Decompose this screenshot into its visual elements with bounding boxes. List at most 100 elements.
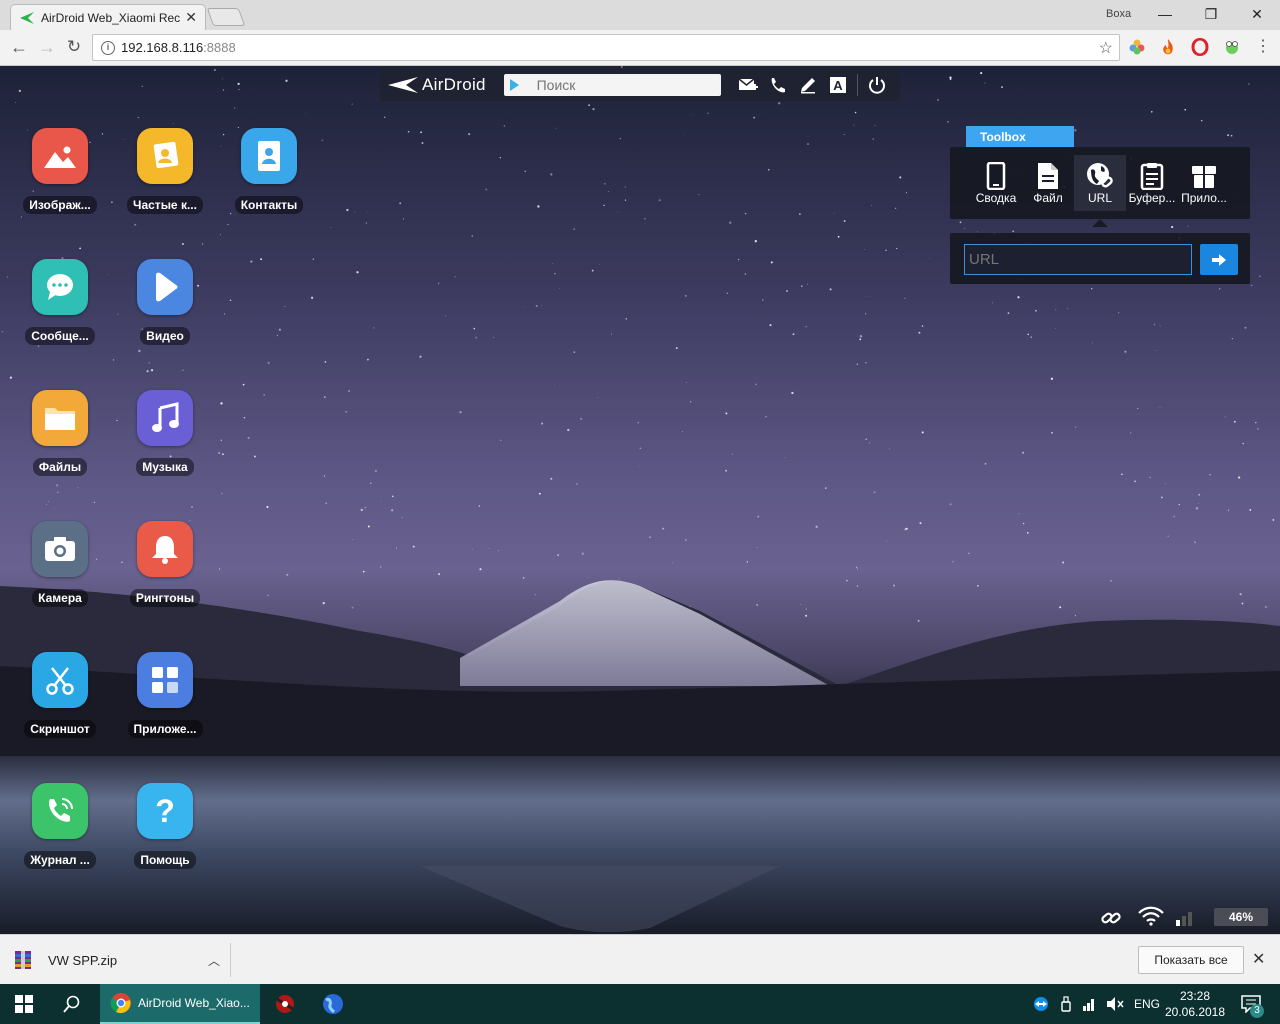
app-applications[interactable]: Приложе...: [120, 652, 210, 743]
toolbox-summary[interactable]: Сводка: [970, 155, 1022, 211]
app-help[interactable]: ? Помощь: [120, 783, 210, 874]
opera-icon[interactable]: [1191, 38, 1209, 56]
new-tab-button[interactable]: [206, 8, 246, 26]
maximize-button[interactable]: ❐: [1196, 4, 1226, 24]
chevron-up-icon[interactable]: ︿: [208, 952, 220, 969]
extension-fire-icon[interactable]: [1159, 38, 1177, 56]
battery-level: 46%: [1214, 908, 1268, 926]
reload-icon[interactable]: ↻: [63, 36, 85, 58]
topbar-divider: [857, 73, 858, 96]
taskbar-app-red-icon[interactable]: [270, 984, 300, 1024]
app-screenshot[interactable]: Скриншот: [15, 652, 105, 743]
language-indicator[interactable]: ENG: [1134, 997, 1160, 1011]
browser-titlebar: AirDroid Web_Xiaomi Rec ✕ Boxa — ❐ ✕: [0, 0, 1280, 30]
app-label: Изображ...: [23, 196, 97, 214]
edit-pen-icon[interactable]: [793, 71, 823, 99]
app-label: Приложе...: [127, 720, 203, 738]
app-music[interactable]: Музыка: [120, 390, 210, 481]
address-bar[interactable]: i 192.168.8.116:8888 ☆: [92, 34, 1120, 61]
network-icon[interactable]: [1082, 996, 1096, 1012]
app-label: Контакты: [234, 196, 304, 214]
chrome-menu-icon[interactable]: ⋮: [1252, 36, 1274, 58]
ringtones-icon: [137, 521, 193, 577]
app-ringtones[interactable]: Рингтоны: [120, 521, 210, 612]
new-message-icon[interactable]: [733, 71, 763, 99]
messages-icon: [32, 259, 88, 315]
usb-device-icon[interactable]: [1060, 996, 1072, 1012]
contacts-icon: [241, 128, 297, 184]
profile-name[interactable]: Boxa: [1106, 8, 1131, 20]
clipboard-icon: [1140, 163, 1164, 190]
teamviewer-icon[interactable]: [1032, 996, 1050, 1012]
clock-date: 20.06.2018: [1164, 1005, 1226, 1019]
url-input[interactable]: [964, 244, 1192, 275]
frequent-contacts-icon: [137, 128, 193, 184]
toolbox-clipboard[interactable]: Буфер...: [1126, 155, 1178, 211]
screenshot-icon: [32, 652, 88, 708]
show-all-downloads-button[interactable]: Показать все: [1138, 946, 1244, 974]
camera-icon: [32, 521, 88, 577]
app-messages[interactable]: Сообще...: [15, 259, 105, 350]
app-label: Камера: [32, 589, 88, 607]
taskbar-clock[interactable]: 23:28 20.06.2018: [1160, 988, 1230, 1020]
keyboard-a-icon[interactable]: A: [823, 71, 853, 99]
app-label: Файлы: [32, 458, 88, 476]
paper-plane-icon: [388, 76, 418, 93]
archive-file-icon: [15, 951, 31, 969]
app-video[interactable]: Видео: [120, 259, 210, 350]
phone-call-icon[interactable]: [763, 71, 793, 99]
extension-flower-icon[interactable]: [1128, 38, 1146, 56]
app-call-log[interactable]: Журнал ...: [15, 783, 105, 874]
toolbox-apps[interactable]: Прило...: [1178, 155, 1230, 211]
toolbox-tab[interactable]: Toolbox: [966, 126, 1074, 147]
app-label: Сообще...: [25, 327, 95, 345]
app-contacts[interactable]: Контакты: [224, 128, 314, 219]
app-label: Помощь: [134, 851, 196, 869]
back-icon[interactable]: ←: [8, 36, 30, 58]
taskbar-globe-icon[interactable]: [318, 984, 348, 1024]
url-go-button[interactable]: [1200, 244, 1238, 275]
toolbox-label: Буфер...: [1128, 191, 1176, 205]
toolbox-url[interactable]: URL: [1074, 155, 1126, 211]
search-box[interactable]: [503, 73, 721, 96]
airdroid-favicon-icon: [20, 11, 34, 24]
toolbox-caret: [1092, 219, 1108, 227]
bookmark-star-icon[interactable]: ☆: [1099, 38, 1113, 58]
app-label: Видео: [140, 327, 190, 345]
connection-link-icon[interactable]: [1100, 908, 1122, 928]
globe-link-icon: [1087, 163, 1113, 188]
taskbar-chrome-airdroid[interactable]: AirDroid Web_Xiao...: [100, 984, 260, 1024]
topbar-actions: A: [733, 71, 892, 99]
app-frequent-contacts[interactable]: Частые к...: [120, 128, 210, 219]
site-info-icon[interactable]: i: [101, 40, 115, 55]
power-icon[interactable]: [862, 71, 892, 99]
windows-start-icon[interactable]: [8, 984, 40, 1024]
toolbox-label: Сводка: [975, 191, 1017, 205]
app-label: Журнал ...: [24, 851, 96, 869]
svg-text:?: ?: [155, 794, 175, 828]
files-icon: [32, 390, 88, 446]
search-input[interactable]: [536, 76, 717, 93]
app-camera[interactable]: Камера: [15, 521, 105, 612]
minimize-button[interactable]: —: [1150, 4, 1180, 24]
app-gallery[interactable]: Изображ...: [15, 128, 105, 219]
download-item[interactable]: VW SPP.zip ︿: [14, 945, 230, 975]
forward-icon[interactable]: →: [36, 36, 58, 58]
app-files[interactable]: Файлы: [15, 390, 105, 481]
app-box-icon: [1192, 166, 1216, 188]
extension-frog-icon[interactable]: [1223, 38, 1241, 56]
apps-icon: [137, 652, 193, 708]
app-label: Рингтоны: [129, 589, 201, 607]
close-window-button[interactable]: ✕: [1242, 4, 1272, 24]
search-icon[interactable]: [56, 984, 88, 1024]
app-label: Частые к...: [127, 196, 203, 214]
tab-close-icon[interactable]: ✕: [185, 9, 197, 26]
volume-muted-icon[interactable]: [1106, 996, 1124, 1012]
toolbox-label: URL: [1087, 191, 1112, 205]
toolbox-file[interactable]: Файл: [1022, 155, 1074, 211]
music-icon: [137, 390, 193, 446]
help-icon: ?: [137, 783, 193, 839]
notifications-button[interactable]: 3: [1234, 984, 1268, 1024]
browser-tab-airdroid[interactable]: AirDroid Web_Xiaomi Rec ✕: [10, 4, 206, 30]
close-download-bar-icon[interactable]: ✕: [1252, 949, 1265, 969]
